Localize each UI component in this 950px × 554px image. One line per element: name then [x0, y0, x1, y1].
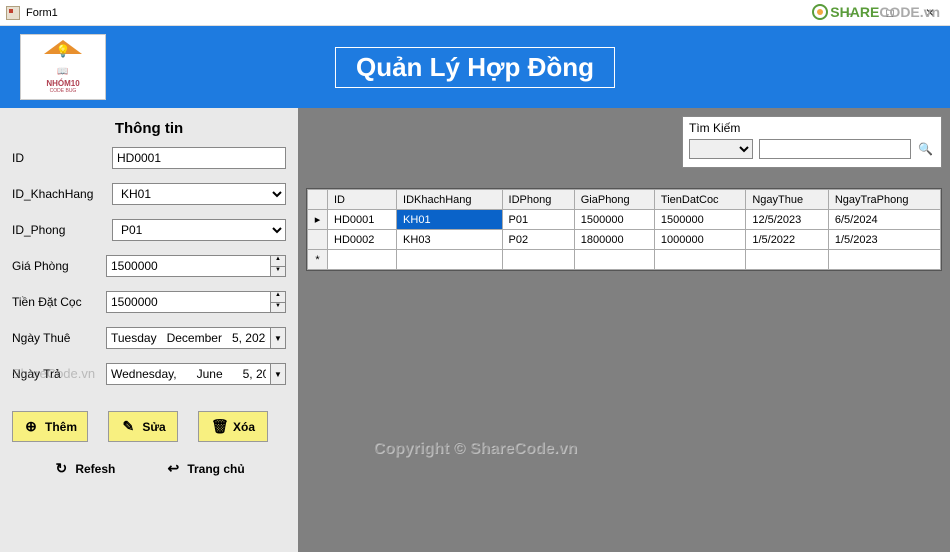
- gia-label: Giá Phòng: [12, 259, 106, 273]
- data-grid[interactable]: ID IDKhachHang IDPhong GiaPhong TienDatC…: [306, 188, 942, 271]
- table-row[interactable]: HD0002 KH03 P02 1800000 1000000 1/5/2022…: [308, 230, 941, 250]
- delete-button[interactable]: 🗑 Xóa: [198, 411, 268, 442]
- col-kh[interactable]: IDKhachHang: [397, 190, 502, 210]
- titlebar: Form1 – □ ✕: [0, 0, 950, 26]
- id-label: ID: [12, 151, 112, 165]
- app-icon: [6, 6, 20, 20]
- coc-input[interactable]: [106, 291, 270, 313]
- col-thue[interactable]: NgayThue: [746, 190, 829, 210]
- content-area: Tìm Kiếm 🔍 ID IDKhachHang IDPhon: [298, 108, 950, 552]
- info-heading: Thông tin: [12, 120, 286, 137]
- info-panel: Thông tin ID ID_KhachHang KH01 ID_Phong …: [0, 108, 298, 552]
- search-label: Tìm Kiếm: [689, 121, 935, 135]
- coc-spinner[interactable]: ▲▼: [270, 291, 286, 313]
- thue-label: Ngày Thuê: [12, 331, 106, 345]
- plus-icon: ⊕: [23, 418, 39, 435]
- refresh-button[interactable]: ↻ Refesh: [43, 454, 125, 483]
- gia-spinner[interactable]: ▲▼: [270, 255, 286, 277]
- refresh-icon: ↻: [53, 460, 69, 477]
- home-button[interactable]: ↩ Trang chủ: [155, 454, 254, 483]
- watermark-left: ShareCode.vn: [12, 366, 95, 381]
- search-icon: 🔍: [918, 142, 933, 156]
- logo: 📖 NHÓM10 CODE BUG: [20, 34, 106, 100]
- add-button[interactable]: ⊕ Thêm: [12, 411, 88, 442]
- phong-select[interactable]: P01: [112, 219, 286, 241]
- new-row[interactable]: *: [308, 250, 941, 270]
- tra-input[interactable]: [106, 363, 270, 385]
- col-tra[interactable]: NgayTraPhong: [828, 190, 940, 210]
- trash-icon: 🗑: [211, 418, 227, 435]
- row-indicator: ▸: [308, 210, 328, 230]
- col-coc[interactable]: TienDatCoc: [654, 190, 745, 210]
- gia-input[interactable]: [106, 255, 270, 277]
- back-icon: ↩: [165, 460, 181, 477]
- search-field-select[interactable]: [689, 139, 753, 159]
- col-id[interactable]: ID: [328, 190, 397, 210]
- thue-input[interactable]: [106, 327, 270, 349]
- col-phong[interactable]: IDPhong: [502, 190, 574, 210]
- grid-corner: [308, 190, 328, 210]
- brand-watermark: SHARECODE.vn: [812, 4, 940, 20]
- id-input[interactable]: [112, 147, 286, 169]
- search-input[interactable]: [759, 139, 911, 159]
- kh-select[interactable]: KH01: [112, 183, 286, 205]
- tra-dropdown-icon[interactable]: ▼: [270, 363, 286, 385]
- header-banner: 📖 NHÓM10 CODE BUG Quản Lý Hợp Đồng: [0, 26, 950, 108]
- coc-label: Tiền Đặt Cọc: [12, 295, 106, 309]
- edit-button[interactable]: ✎ Sửa: [108, 411, 178, 442]
- kh-label: ID_KhachHang: [12, 187, 112, 201]
- page-title: Quản Lý Hợp Đồng: [335, 47, 615, 88]
- window-title: Form1: [26, 7, 58, 19]
- pencil-icon: ✎: [120, 418, 136, 435]
- thue-dropdown-icon[interactable]: ▼: [270, 327, 286, 349]
- col-gia[interactable]: GiaPhong: [574, 190, 654, 210]
- search-button[interactable]: 🔍: [917, 139, 935, 159]
- table-row[interactable]: ▸ HD0001 KH01 P01 1500000 1500000 12/5/2…: [308, 210, 941, 230]
- search-group: Tìm Kiếm 🔍: [682, 116, 942, 168]
- watermark-center: Copyright © ShareCode.vn: [373, 440, 577, 458]
- phong-label: ID_Phong: [12, 223, 112, 237]
